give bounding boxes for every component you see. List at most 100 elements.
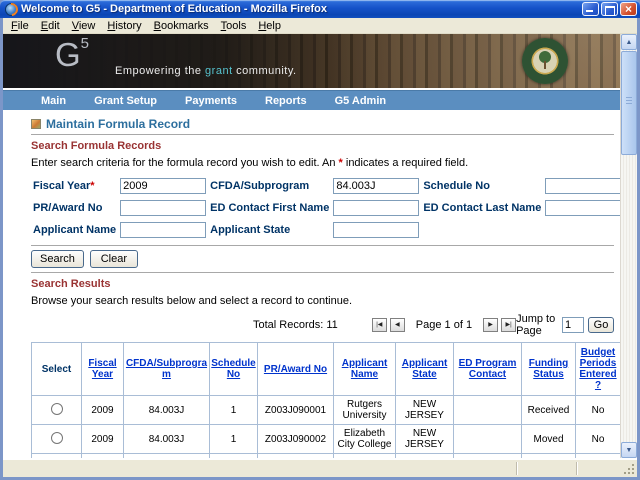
header-applicant-name[interactable]: Applicant Name [334, 343, 396, 396]
ed-contact-first-name-input[interactable] [333, 200, 419, 216]
divider [31, 272, 614, 273]
header-fiscal-year[interactable]: Fiscal Year [82, 343, 124, 396]
search-section-heading: Search Formula Records [31, 140, 614, 152]
search-instructions: Enter search criteria for the formula re… [31, 157, 614, 169]
status-separator [516, 462, 517, 475]
ed-contact-first-name-label: ED Contact First Name [210, 202, 329, 214]
search-form: Fiscal Year* CFDA/Subprogram Schedule No… [31, 175, 620, 241]
schedule-no-label: Schedule No [423, 180, 490, 192]
fiscal-year-required-star: * [90, 180, 94, 192]
search-instructions-pre: Enter search criteria for the formula re… [31, 157, 339, 169]
cell-pr-award-no: Z003J090002 [258, 425, 334, 454]
applicant-name-label: Applicant Name [33, 224, 116, 236]
clear-button[interactable]: Clear [90, 250, 138, 268]
cell-cfda-subprogram: 84.003J [124, 425, 210, 454]
jump-page-input[interactable] [562, 317, 584, 333]
logo-g-text: G [55, 36, 81, 73]
nav-grant-setup[interactable]: Grant Setup [94, 95, 157, 107]
cell-fiscal-year: 2009 [82, 425, 124, 454]
header-select: Select [32, 343, 82, 396]
header-schedule-no[interactable]: Schedule No [210, 343, 258, 396]
header-funding-status[interactable]: Funding Status [522, 343, 576, 396]
title-bar: Welcome to G5 - Department of Education … [0, 0, 640, 18]
scroll-up-button[interactable]: ▲ [621, 34, 637, 50]
cell-select [32, 396, 82, 425]
go-button[interactable]: Go [588, 317, 614, 333]
pr-award-no-input[interactable] [120, 200, 206, 216]
scroll-down-button[interactable]: ▼ [621, 442, 637, 458]
last-page-button[interactable]: ▶| [501, 318, 516, 332]
applicant-state-label: Applicant State [210, 224, 290, 236]
menu-tools[interactable]: Tools [215, 19, 253, 33]
cell-applicant-name: Elizabeth City College [334, 425, 396, 454]
schedule-no-input[interactable] [545, 178, 620, 194]
header-ed-program-contact[interactable]: ED Program Contact [454, 343, 522, 396]
scrollbar-track[interactable] [621, 156, 637, 442]
cell-select [32, 425, 82, 454]
results-table-body: 2009 84.003J 1 Z003J090001 Rutgers Unive… [32, 396, 621, 459]
nav-reports[interactable]: Reports [265, 95, 307, 107]
select-record-radio[interactable] [51, 432, 63, 444]
search-button[interactable]: Search [31, 250, 84, 268]
menu-history[interactable]: History [101, 19, 147, 33]
cell-applicant-state: NEW JERSEY [396, 396, 454, 425]
page-title-text: Maintain Formula Record [46, 117, 190, 131]
nav-main[interactable]: Main [41, 95, 66, 107]
cfda-subprogram-input[interactable] [333, 178, 419, 194]
nav-payments[interactable]: Payments [185, 95, 237, 107]
maximize-button[interactable] [601, 2, 618, 16]
status-separator [576, 462, 577, 475]
scrollbar-thumb[interactable] [621, 51, 637, 155]
page: G5 Empowering the grant community. Main … [3, 34, 620, 458]
table-row: 2009 84.003J 1 Z003J090002 Elizabeth Cit… [32, 425, 621, 454]
fiscal-year-input[interactable] [120, 178, 206, 194]
window-title: Welcome to G5 - Department of Education … [21, 3, 582, 15]
menu-edit[interactable]: Edit [35, 19, 66, 33]
nav-g5-admin[interactable]: G5 Admin [335, 95, 387, 107]
menu-view[interactable]: View [66, 19, 102, 33]
pagination-row: Total Records: 11 |◀ ◀ Page 1 of 1 ▶ ▶| … [31, 313, 614, 337]
jump-to-page-label: Jump to Page [516, 313, 558, 337]
first-page-button[interactable]: |◀ [372, 318, 387, 332]
department-of-education-seal-icon [522, 38, 568, 84]
tagline-post: community. [233, 65, 297, 77]
cell-schedule-no: 1 [210, 425, 258, 454]
minimize-button[interactable] [582, 2, 599, 16]
next-page-button[interactable]: ▶ [483, 318, 498, 332]
applicant-name-input[interactable] [120, 222, 206, 238]
resize-grip[interactable] [623, 463, 635, 475]
cell-budget-periods: No [576, 396, 621, 425]
header-applicant-state[interactable]: Applicant State [396, 343, 454, 396]
close-button[interactable] [620, 2, 637, 16]
cell-funding-status: Moved [522, 425, 576, 454]
cell-schedule-no: 1 [210, 396, 258, 425]
header-budget-periods[interactable]: Budget Periods Entered? [576, 343, 621, 396]
divider [31, 134, 614, 135]
page-title-icon [31, 119, 41, 129]
header-cfda-subprogram[interactable]: CFDA/Subprogram [124, 343, 210, 396]
search-instructions-post: indicates a required field. [343, 157, 468, 169]
banner: G5 Empowering the grant community. [3, 34, 620, 88]
menu-file[interactable]: File [5, 19, 35, 33]
ed-contact-last-name-label: ED Contact Last Name [423, 202, 541, 214]
divider [31, 245, 614, 246]
cell-budget-periods: No [576, 425, 621, 454]
fiscal-year-label: Fiscal Year [33, 180, 90, 192]
cell-cfda-subprogram: 84.003J [124, 396, 210, 425]
cell-pr-award-no: Z003J090001 [258, 396, 334, 425]
select-record-radio[interactable] [51, 403, 63, 415]
header-pr-award-no[interactable]: PR/Award No [258, 343, 334, 396]
cell-applicant-name: Rutgers University [334, 396, 396, 425]
ed-contact-last-name-input[interactable] [545, 200, 620, 216]
cell-applicant-state: NEW JERSEY [396, 425, 454, 454]
applicant-state-input[interactable] [333, 222, 419, 238]
results-header-row: Select Fiscal Year CFDA/Subprogram Sched… [32, 343, 621, 396]
vertical-scrollbar[interactable]: ▲ ▼ [620, 34, 637, 458]
browser-window: Welcome to G5 - Department of Education … [0, 0, 640, 480]
nav-bar: Main Grant Setup Payments Reports G5 Adm… [3, 90, 620, 110]
menu-bookmarks[interactable]: Bookmarks [148, 19, 215, 33]
prev-page-button[interactable]: ◀ [390, 318, 405, 332]
cell-ed-program-contact [454, 396, 522, 425]
menu-help[interactable]: Help [252, 19, 287, 33]
main-content: Maintain Formula Record Search Formula R… [3, 110, 620, 458]
